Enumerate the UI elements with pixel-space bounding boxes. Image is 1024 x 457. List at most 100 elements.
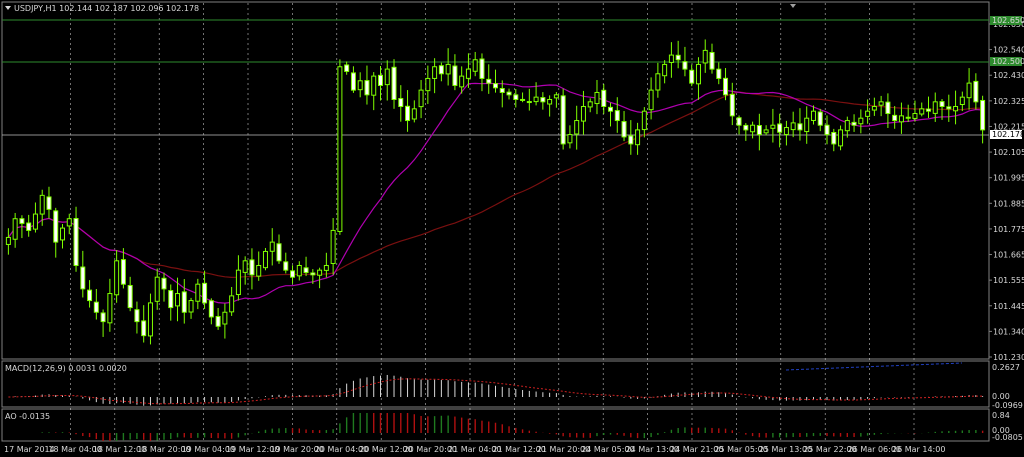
candle-body[interactable]: [215, 316, 221, 327]
candle-body[interactable]: [682, 61, 688, 70]
candle-body[interactable]: [695, 63, 701, 85]
candle-body[interactable]: [398, 98, 404, 108]
candle-body[interactable]: [222, 311, 228, 325]
candle-body[interactable]: [445, 63, 451, 75]
candle-body[interactable]: [547, 98, 553, 105]
candle-body[interactable]: [499, 88, 505, 93]
candle-body[interactable]: [946, 106, 952, 110]
candle-body[interactable]: [80, 266, 86, 290]
candle-body[interactable]: [432, 66, 438, 79]
candle-body[interactable]: [256, 264, 262, 277]
candle-body[interactable]: [614, 110, 620, 122]
candle-body[interactable]: [966, 82, 972, 99]
candle-body[interactable]: [662, 63, 668, 77]
candle-body[interactable]: [898, 115, 904, 123]
candle-body[interactable]: [729, 93, 735, 117]
macd-trend-line[interactable]: [785, 362, 963, 371]
candle-body[interactable]: [533, 96, 539, 103]
candle-body[interactable]: [878, 101, 884, 106]
candle-body[interactable]: [364, 80, 370, 96]
candle-body[interactable]: [892, 114, 898, 122]
candle-body[interactable]: [114, 260, 120, 296]
candle-body[interactable]: [303, 267, 309, 274]
candle-body[interactable]: [608, 106, 614, 112]
candle-body[interactable]: [655, 73, 661, 91]
candle-body[interactable]: [181, 291, 187, 313]
candle-body[interactable]: [797, 123, 803, 131]
dropdown-triangle-icon[interactable]: [5, 6, 11, 10]
candle-body[interactable]: [330, 229, 336, 264]
candle-body[interactable]: [858, 117, 864, 125]
candle-body[interactable]: [32, 213, 38, 230]
candle-body[interactable]: [506, 91, 512, 96]
candle-body[interactable]: [743, 124, 749, 131]
candle-body[interactable]: [709, 51, 715, 70]
candle-body[interactable]: [486, 78, 492, 84]
candle-body[interactable]: [384, 68, 390, 86]
candle-body[interactable]: [526, 101, 532, 104]
candle-body[interactable]: [824, 124, 830, 136]
candle-body[interactable]: [574, 120, 580, 135]
candle-body[interactable]: [844, 120, 850, 132]
candle-body[interactable]: [953, 106, 959, 112]
candle-body[interactable]: [323, 264, 329, 271]
candle-body[interactable]: [520, 98, 526, 101]
candle-body[interactable]: [648, 89, 654, 111]
candle-body[interactable]: [87, 289, 93, 302]
candle-body[interactable]: [19, 218, 25, 224]
candle-body[interactable]: [553, 94, 559, 99]
candle-body[interactable]: [601, 89, 607, 108]
candle-body[interactable]: [838, 129, 844, 147]
candle-body[interactable]: [675, 54, 681, 61]
candle-body[interactable]: [594, 91, 600, 105]
candle-body[interactable]: [689, 69, 695, 84]
candle-body[interactable]: [100, 312, 106, 323]
candle-body[interactable]: [905, 116, 911, 119]
candle-body[interactable]: [750, 124, 756, 133]
candle-body[interactable]: [39, 194, 45, 215]
candle-body[interactable]: [60, 227, 66, 241]
candle-body[interactable]: [154, 276, 160, 302]
candle-body[interactable]: [459, 75, 465, 88]
candle-body[interactable]: [168, 290, 174, 309]
candle-body[interactable]: [53, 210, 59, 243]
candle-body[interactable]: [567, 134, 573, 144]
candle-body[interactable]: [628, 135, 634, 145]
candle-body[interactable]: [249, 259, 255, 276]
candle-body[interactable]: [12, 218, 18, 240]
candle-body[interactable]: [208, 300, 214, 318]
candle-body[interactable]: [438, 65, 444, 75]
candle-body[interactable]: [296, 264, 302, 277]
candle-body[interactable]: [980, 99, 986, 131]
candle-body[interactable]: [371, 75, 377, 96]
candle-body[interactable]: [885, 101, 891, 115]
candle-body[interactable]: [93, 301, 99, 313]
candle-body[interactable]: [425, 77, 431, 92]
candle-body[interactable]: [817, 111, 823, 126]
candle-body[interactable]: [540, 97, 546, 103]
candle-body[interactable]: [107, 293, 113, 324]
candle-body[interactable]: [560, 95, 566, 145]
candle-body[interactable]: [770, 124, 776, 129]
candle-body[interactable]: [405, 105, 411, 122]
candle-body[interactable]: [851, 121, 857, 126]
candle-body[interactable]: [641, 110, 647, 131]
chart-canvas[interactable]: USDJPY,H1 102.144 102.187 102.096 102.17…: [0, 0, 1024, 457]
candle-body[interactable]: [702, 49, 708, 64]
candle-body[interactable]: [310, 272, 316, 276]
candle-body[interactable]: [925, 108, 931, 112]
candle-body[interactable]: [756, 125, 762, 136]
candle-body[interactable]: [865, 110, 871, 117]
candle-body[interactable]: [411, 108, 417, 120]
candle-body[interactable]: [262, 250, 268, 269]
candle-body[interactable]: [777, 123, 783, 133]
candle-body[interactable]: [716, 68, 722, 79]
candle-body[interactable]: [229, 295, 235, 313]
candle-body[interactable]: [472, 59, 478, 72]
candle-body[interactable]: [377, 74, 383, 86]
candle-body[interactable]: [120, 259, 126, 285]
candle-body[interactable]: [357, 80, 363, 91]
candle-body[interactable]: [452, 65, 458, 86]
candle-body[interactable]: [959, 96, 965, 105]
candle-body[interactable]: [973, 80, 979, 103]
